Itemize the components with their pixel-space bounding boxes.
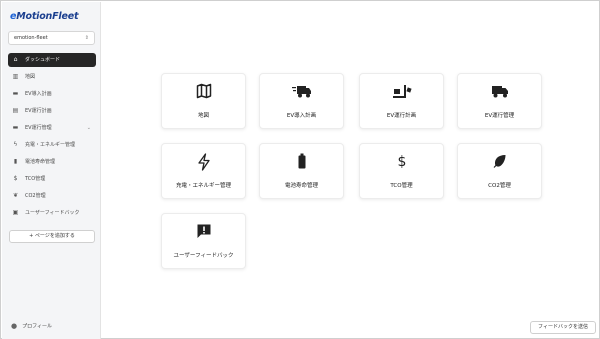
card-ev-operation-plan[interactable]: EV運行計画 xyxy=(359,73,444,129)
sidebar-item-label: 電池寿命管理 xyxy=(25,159,56,165)
calendar-icon: ▤ xyxy=(12,107,19,114)
sidebar-nav: ⌂ ダッシュボード ▥ 地図 ▬ EV導入計画 ▤ EV運行計画 ▬ EV運行管… xyxy=(8,53,96,223)
card-label: EV運行管理 xyxy=(484,113,515,119)
bolt-icon: ϟ xyxy=(13,141,18,148)
card-label: TCO管理 xyxy=(390,183,413,189)
sidebar-item-label: 地図 xyxy=(25,74,36,80)
workspace-name: emotion-fleet xyxy=(14,35,48,41)
truck-loading-icon xyxy=(360,83,443,99)
send-feedback-button[interactable]: フィードバックを送信 xyxy=(530,321,596,334)
leaf-icon: ❦ xyxy=(12,192,19,199)
profile-label: プロフィール xyxy=(22,323,53,330)
sidebar-item-feedback[interactable]: ▣ ユーザーフィードバック xyxy=(8,206,96,220)
bolt-icon xyxy=(162,153,245,171)
card-ev-operation-management[interactable]: EV運行管理 xyxy=(457,73,542,129)
sidebar-item-co2[interactable]: ❦ CO2管理 xyxy=(8,189,96,203)
card-label: ユーザーフィードバック xyxy=(173,253,234,259)
card-label: 充電・エネルギー管理 xyxy=(175,183,231,189)
sidebar-item-ev-operation-plan[interactable]: ▤ EV運行計画 xyxy=(8,104,96,118)
chevron-down-icon: ⌄ xyxy=(86,125,91,131)
sidebar-item-label: ユーザーフィードバック xyxy=(25,210,80,216)
sidebar-item-dashboard[interactable]: ⌂ ダッシュボード xyxy=(8,53,96,67)
workspace-select[interactable]: emotion-fleet ⇕ xyxy=(8,31,95,45)
sidebar-item-label: CO2管理 xyxy=(25,193,46,199)
card-ev-introduction[interactable]: EV導入計画 xyxy=(259,73,344,129)
user-icon: ● xyxy=(11,322,18,330)
sidebar-item-ev-operation-management[interactable]: ▬ EV運行管理 ⌄ xyxy=(8,121,96,135)
sidebar-item-tco[interactable]: $ TCO管理 xyxy=(8,172,96,186)
sidebar-item-label: EV運行管理 xyxy=(25,125,52,131)
card-label: 地図 xyxy=(197,113,209,119)
map-icon: ▥ xyxy=(12,73,19,80)
card-battery[interactable]: 電池寿命管理 xyxy=(259,143,344,199)
sidebar-item-label: EV運行計画 xyxy=(25,108,52,114)
truck-fast-icon xyxy=(260,83,343,99)
feedback-icon: ▣ xyxy=(12,209,19,216)
sidebar-item-label: EV導入計画 xyxy=(25,91,52,97)
logo[interactable]: eMotionFleet xyxy=(10,11,78,22)
sidebar-item-battery[interactable]: ▮ 電池寿命管理 xyxy=(8,155,96,169)
card-charging[interactable]: 充電・エネルギー管理 xyxy=(161,143,246,199)
leaf-icon xyxy=(458,153,541,169)
sidebar-item-label: TCO管理 xyxy=(25,176,46,182)
card-label: EV運行計画 xyxy=(386,113,417,119)
feedback-icon xyxy=(162,223,245,239)
battery-icon xyxy=(260,153,343,169)
card-label: EV導入計画 xyxy=(286,113,317,119)
truck-icon xyxy=(458,83,541,99)
sidebar: eMotionFleet emotion-fleet ⇕ ⌂ ダッシュボード ▥… xyxy=(2,2,101,339)
app-window: eMotionFleet emotion-fleet ⇕ ⌂ ダッシュボード ▥… xyxy=(0,0,600,339)
dollar-icon: $ xyxy=(13,175,18,182)
sidebar-item-label: 充電・エネルギー管理 xyxy=(25,142,76,148)
card-map[interactable]: 地図 xyxy=(161,73,246,129)
sidebar-item-ev-introduction[interactable]: ▬ EV導入計画 xyxy=(8,87,96,101)
card-label: CO2管理 xyxy=(488,183,511,189)
truck-icon: ▬ xyxy=(12,90,19,97)
chevron-updown-icon: ⇕ xyxy=(84,35,89,41)
card-label: 電池寿命管理 xyxy=(284,183,318,189)
sidebar-item-charging[interactable]: ϟ 充電・エネルギー管理 xyxy=(8,138,96,152)
home-icon: ⌂ xyxy=(13,56,18,63)
map-icon xyxy=(162,83,245,99)
sidebar-item-map[interactable]: ▥ 地図 xyxy=(8,70,96,84)
profile-link[interactable]: ● プロフィール xyxy=(11,321,52,332)
add-page-button[interactable]: + ページを追加する xyxy=(9,230,95,243)
dollar-icon: $ xyxy=(360,153,443,170)
svg-text:$: $ xyxy=(397,154,406,169)
card-feedback[interactable]: ユーザーフィードバック xyxy=(161,213,246,269)
sidebar-item-label: ダッシュボード xyxy=(25,57,61,63)
truck-icon: ▬ xyxy=(12,124,19,131)
battery-icon: ▮ xyxy=(13,158,18,165)
card-tco[interactable]: $ TCO管理 xyxy=(359,143,444,199)
logo-text: MotionFleet xyxy=(16,11,79,22)
card-co2[interactable]: CO2管理 xyxy=(457,143,542,199)
